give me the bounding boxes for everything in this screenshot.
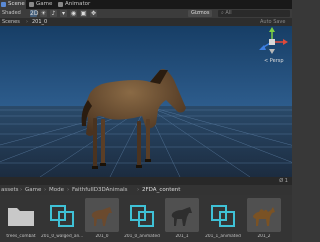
- asset-item[interactable]: 201_1: [165, 198, 199, 242]
- projection-label[interactable]: < Persp: [264, 58, 284, 64]
- gizmos-dropdown[interactable]: Gizmos: [188, 10, 213, 17]
- effects-toggle-icon[interactable]: ▾: [60, 10, 67, 17]
- asset-label: 201_0: [95, 234, 109, 239]
- hidden-objects-icon[interactable]: ◉: [70, 10, 77, 17]
- asset-item[interactable]: trees_combat: [4, 198, 38, 242]
- tab-scene[interactable]: Scene: [0, 0, 26, 9]
- asset-item[interactable]: 201_0: [85, 198, 119, 242]
- folder-icon: [8, 208, 34, 226]
- asset-item[interactable]: 201_2: [247, 198, 281, 242]
- prefab-icon: [50, 205, 74, 227]
- scene-breadcrumb: Scenes › 201_0 Auto Save: [0, 18, 292, 26]
- asset-label: trees_combat: [6, 234, 36, 239]
- scene-render: [0, 26, 292, 177]
- scenes-breadcrumb-item[interactable]: Scenes: [2, 18, 20, 26]
- scene-camera-icon[interactable]: ▣: [80, 10, 87, 17]
- search-placeholder: All: [225, 10, 232, 16]
- path-separator-icon: ›: [20, 187, 23, 193]
- path-faithful[interactable]: FaithfulID3DAnimals: [72, 185, 128, 195]
- current-scene-breadcrumb[interactable]: 201_0: [32, 18, 47, 26]
- horse-model-thumbnail-icon: [165, 198, 199, 232]
- scene-status-strip: Ø 1: [0, 177, 292, 185]
- asset-item[interactable]: 201_0_animated: [124, 198, 160, 242]
- prefab-icon: [130, 205, 154, 227]
- status-indicator: Ø 1: [279, 178, 288, 184]
- tab-animator-label: Animator: [65, 1, 91, 7]
- path-separator-icon: ›: [67, 187, 70, 193]
- scene-viewport[interactable]: < Persp: [0, 26, 292, 177]
- asset-label: 201_1: [175, 234, 189, 239]
- 2d-toggle[interactable]: 2D: [30, 10, 38, 17]
- breadcrumb-separator-icon: ›: [26, 19, 28, 25]
- shading-mode-dropdown[interactable]: Shaded: [2, 10, 21, 17]
- asset-label: 201_2: [257, 234, 271, 239]
- search-icon: ⌕: [221, 10, 224, 16]
- game-icon: [29, 2, 34, 7]
- auto-save-toggle[interactable]: Auto Save: [260, 18, 285, 26]
- asset-label: 201_0_animated: [124, 234, 160, 239]
- tab-game-label: Game: [36, 1, 53, 7]
- path-separator-icon: ›: [137, 187, 140, 193]
- gizmo-center-cube[interactable]: [269, 39, 275, 45]
- path-game[interactable]: Game: [25, 185, 41, 195]
- tools-icon[interactable]: ✥: [90, 10, 97, 17]
- tab-animator[interactable]: Animator: [57, 0, 93, 9]
- scene-toolbar: Shaded 2D ☀ ♪ ▾ ◉ ▣ ✥ Gizmos ⌕ All: [0, 9, 292, 18]
- path-current[interactable]: 2FDA_content: [142, 185, 180, 195]
- tab-game[interactable]: Game: [28, 0, 54, 9]
- asset-item[interactable]: 201_0_walged_an...: [41, 198, 83, 242]
- animator-icon: [58, 2, 63, 7]
- path-mode[interactable]: Mode: [49, 185, 64, 195]
- camel-model-thumbnail-icon: [247, 198, 281, 232]
- editor-tab-bar: Scene Game Animator: [0, 0, 292, 9]
- prefab-icon: [211, 205, 235, 227]
- project-asset-grid: trees_combat 201_0_walged_an... 201_0 20…: [0, 195, 292, 242]
- asset-label: 201_1_animated: [205, 234, 241, 239]
- horse-model-thumbnail-icon: [85, 198, 119, 232]
- project-path-bar: assets › Game › Mode › FaithfulID3DAnima…: [0, 185, 292, 195]
- audio-toggle-icon[interactable]: ♪: [50, 10, 57, 17]
- scene-search-input[interactable]: ⌕ All: [218, 10, 290, 17]
- unity-editor: Scene Game Animator Shaded 2D ☀ ♪ ▾ ◉ ▣ …: [0, 0, 292, 242]
- scene-icon: [1, 2, 6, 7]
- asset-label: 201_0_walged_an...: [41, 234, 83, 239]
- tab-scene-label: Scene: [8, 1, 25, 7]
- lighting-toggle-icon[interactable]: ☀: [40, 10, 47, 17]
- path-separator-icon: ›: [44, 187, 47, 193]
- path-assets[interactable]: assets: [1, 185, 19, 195]
- asset-item[interactable]: 201_1_animated: [205, 198, 241, 242]
